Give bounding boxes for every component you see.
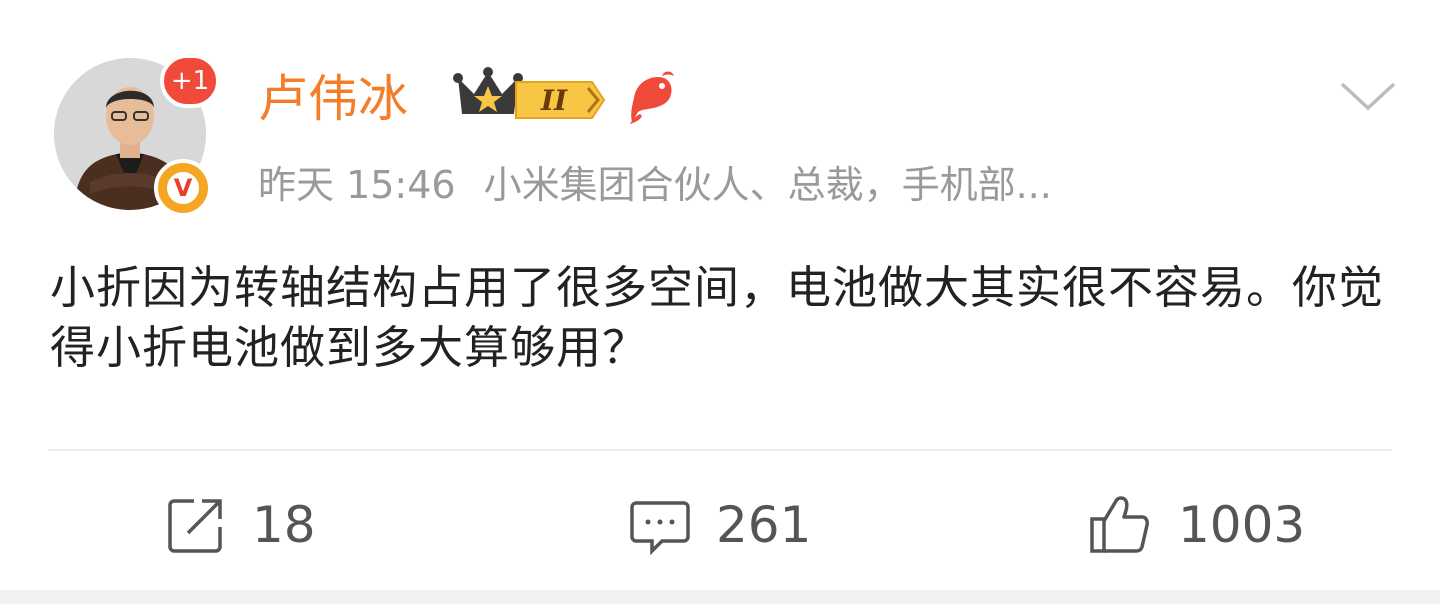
like-count: 1003 [1178, 496, 1306, 554]
crown-icon[interactable]: II [452, 64, 608, 126]
user-description: 小米集团合伙人、总裁，手机部... [483, 163, 1052, 207]
like-icon [1090, 496, 1149, 553]
repost-count: 18 [252, 496, 316, 554]
action-bar: 18 261 1003 [0, 480, 1440, 570]
username[interactable]: 卢伟冰 [258, 68, 408, 130]
fish-icon[interactable] [626, 68, 676, 124]
new-notification-badge: +1 [160, 54, 220, 108]
verified-mark: V [173, 174, 193, 202]
repost-icon [168, 499, 222, 553]
chevron-down-icon[interactable] [1338, 78, 1398, 114]
comment-count: 261 [716, 496, 812, 554]
post-text: 小折因为转轴结构占用了很多空间，电池做大其实很不容易。你觉得小折电池做到多大算够… [50, 261, 1385, 374]
plus-badge-text: +1 [170, 66, 210, 96]
level-badge-text: II [540, 84, 568, 117]
like-button[interactable]: 1003 [1088, 480, 1305, 570]
comment-icon [630, 501, 690, 555]
weibo-post-card: +1 V 卢伟冰 II 昨天 15:46 小米集团合伙人、总裁，手机部... 小折… [0, 0, 1440, 590]
divider [48, 449, 1392, 451]
feed-separator [0, 590, 1440, 604]
post-meta: 昨天 15:46 小米集团合伙人、总裁，手机部... [258, 160, 1052, 210]
comment-button[interactable]: 261 [630, 480, 811, 570]
verified-badge: V [154, 159, 212, 217]
repost-button[interactable]: 18 [166, 480, 316, 570]
post-time: 昨天 15:46 [258, 163, 456, 207]
